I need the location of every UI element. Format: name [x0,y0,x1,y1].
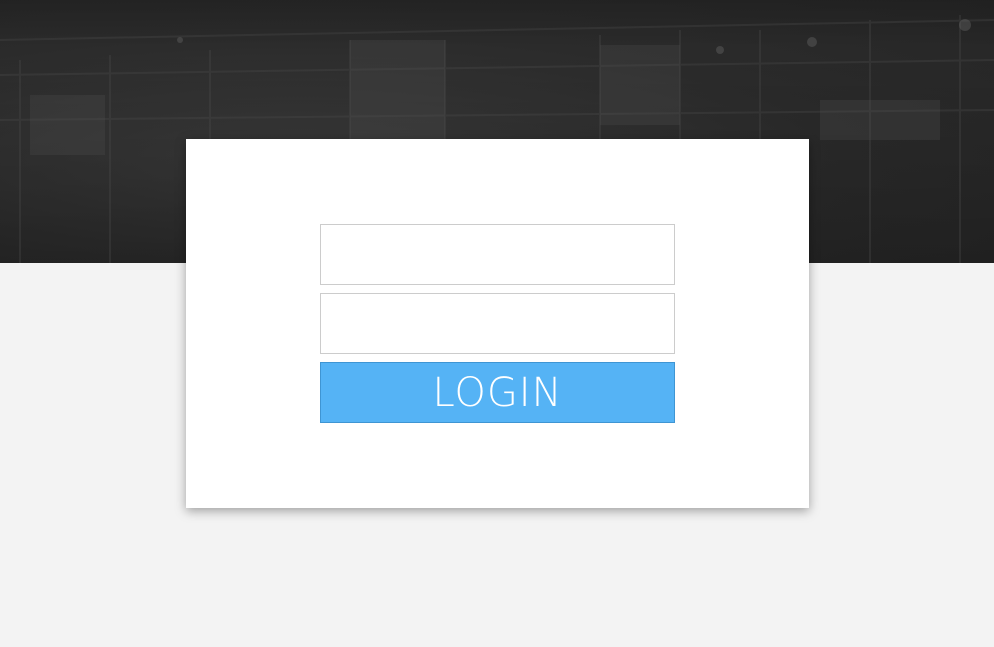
password-input[interactable] [320,293,675,354]
login-card: LOGIN [186,139,809,508]
login-button[interactable]: LOGIN [320,362,675,423]
login-page: LOGIN [0,0,994,647]
username-input[interactable] [320,224,675,285]
